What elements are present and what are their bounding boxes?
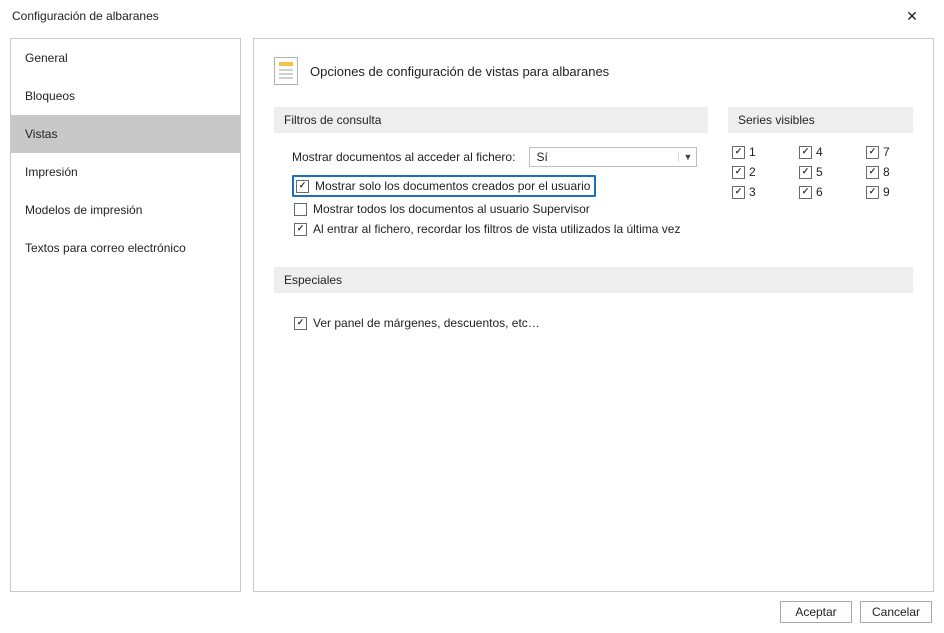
chk-supervisor[interactable] [294,203,307,216]
show-docs-row: Mostrar documentos al acceder al fichero… [292,147,700,167]
nav-item-vistas[interactable]: Vistas [11,115,240,153]
series-label: 5 [816,165,823,179]
series-chk-7[interactable] [866,146,879,159]
series-item-3[interactable]: 3 [732,185,775,199]
main-area: General Bloqueos Vistas Impresión Modelo… [0,32,944,592]
show-docs-value: Sí [536,150,547,164]
chk-supervisor-row[interactable]: Mostrar todos los documentos al usuario … [292,199,700,219]
top-sections: Filtros de consulta Mostrar documentos a… [274,107,913,255]
nav-item-impresion[interactable]: Impresión [11,153,240,191]
show-docs-label: Mostrar documentos al acceder al fichero… [292,150,515,164]
filters-section: Filtros de consulta Mostrar documentos a… [274,107,708,255]
nav-item-correo[interactable]: Textos para correo electrónico [11,229,240,267]
series-chk-6[interactable] [799,186,812,199]
chk-remember-label: Al entrar al fichero, recordar los filtr… [313,222,680,236]
close-button[interactable]: ✕ [892,2,932,30]
cancel-button[interactable]: Cancelar [860,601,932,623]
series-item-7[interactable]: 7 [866,145,909,159]
content-header: Opciones de configuración de vistas para… [274,57,913,85]
series-item-2[interactable]: 2 [732,165,775,179]
page-title: Opciones de configuración de vistas para… [310,64,609,79]
specials-body: Ver panel de márgenes, descuentos, etc… [274,303,913,333]
window-title: Configuración de albaranes [12,9,159,23]
series-item-5[interactable]: 5 [799,165,842,179]
chk-user-only-row[interactable]: Mostrar solo los documentos creados por … [292,175,596,197]
nav-panel: General Bloqueos Vistas Impresión Modelo… [10,38,241,592]
series-chk-9[interactable] [866,186,879,199]
series-label: 2 [749,165,756,179]
series-chk-8[interactable] [866,166,879,179]
nav-item-bloqueos[interactable]: Bloqueos [11,77,240,115]
specials-section: Especiales Ver panel de márgenes, descue… [274,267,913,333]
document-icon [274,57,298,85]
series-item-1[interactable]: 1 [732,145,775,159]
series-label: 9 [883,185,890,199]
filters-body: Mostrar documentos al acceder al fichero… [274,143,708,255]
series-chk-4[interactable] [799,146,812,159]
show-docs-dropdown[interactable]: Sí ▼ [529,147,697,167]
series-chk-2[interactable] [732,166,745,179]
chk-panel-label: Ver panel de márgenes, descuentos, etc… [313,316,540,330]
chk-user-only[interactable] [296,180,309,193]
series-item-8[interactable]: 8 [866,165,909,179]
series-header: Series visibles [728,107,913,133]
chevron-down-icon: ▼ [678,152,692,162]
content-panel: Opciones de configuración de vistas para… [253,38,934,592]
accept-button[interactable]: Aceptar [780,601,852,623]
series-item-4[interactable]: 4 [799,145,842,159]
nav-item-general[interactable]: General [11,39,240,77]
footer: Aceptar Cancelar [780,601,932,623]
chk-panel-row[interactable]: Ver panel de márgenes, descuentos, etc… [292,313,905,333]
chk-remember[interactable] [294,223,307,236]
filters-header: Filtros de consulta [274,107,708,133]
series-label: 8 [883,165,890,179]
series-label: 7 [883,145,890,159]
chk-user-only-label: Mostrar solo los documentos creados por … [315,179,590,193]
series-label: 6 [816,185,823,199]
chk-supervisor-label: Mostrar todos los documentos al usuario … [313,202,590,216]
specials-header: Especiales [274,267,913,293]
chk-remember-row[interactable]: Al entrar al fichero, recordar los filtr… [292,219,700,239]
series-item-6[interactable]: 6 [799,185,842,199]
close-icon: ✕ [906,8,918,25]
series-grid: 1 4 7 2 5 [728,143,913,201]
series-chk-5[interactable] [799,166,812,179]
series-label: 3 [749,185,756,199]
series-section: Series visibles 1 4 7 [728,107,913,255]
title-bar: Configuración de albaranes ✕ [0,0,944,32]
chk-panel[interactable] [294,317,307,330]
series-chk-1[interactable] [732,146,745,159]
series-label: 1 [749,145,756,159]
series-item-9[interactable]: 9 [866,185,909,199]
nav-item-modelos[interactable]: Modelos de impresión [11,191,240,229]
series-chk-3[interactable] [732,186,745,199]
series-label: 4 [816,145,823,159]
